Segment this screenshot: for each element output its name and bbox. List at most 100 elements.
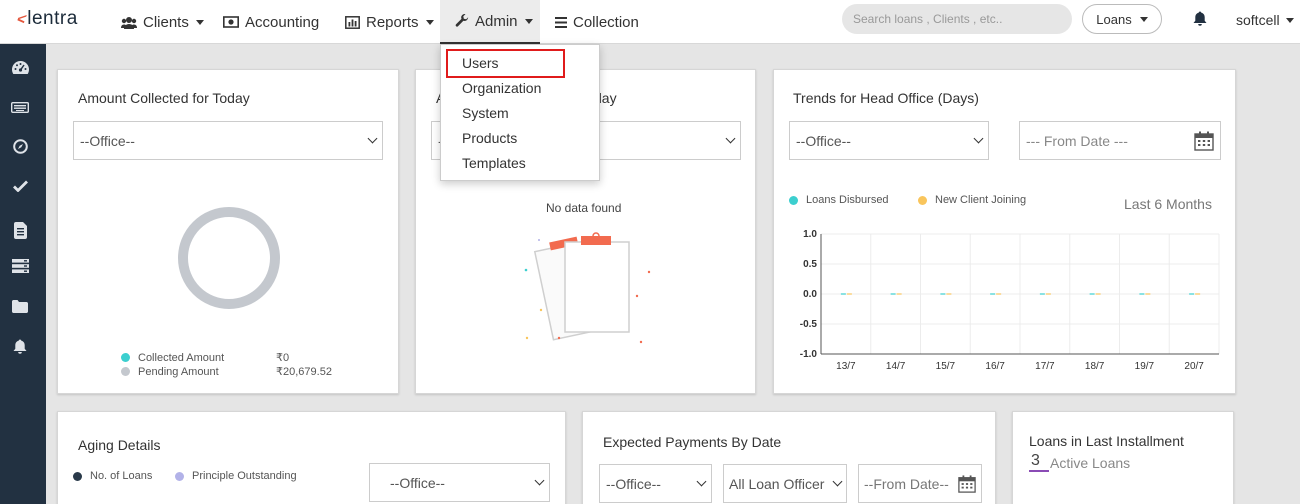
nav-admin[interactable]: Admin — [440, 0, 540, 44]
legend-new-client: New Client Joining — [918, 194, 1026, 206]
office-select[interactable]: --Office-- — [73, 121, 383, 160]
calendar-icon — [958, 474, 976, 493]
compass-icon[interactable] — [11, 137, 29, 155]
chevron-down-icon — [832, 476, 843, 487]
check-icon[interactable] — [11, 177, 29, 195]
office-select[interactable]: --Office-- — [599, 464, 712, 503]
brand-name: lentra — [27, 8, 78, 29]
period-label[interactable]: Last 6 Months — [1124, 196, 1212, 212]
chevron-down-icon — [1285, 17, 1294, 23]
bell-icon[interactable] — [11, 337, 29, 355]
sidebar — [0, 44, 46, 504]
loan-officer-select[interactable]: All Loan Officer — [723, 464, 847, 503]
document-icon[interactable] — [11, 221, 29, 239]
nav-clients[interactable]: Clients — [121, 0, 204, 44]
nav-clients-label: Clients — [143, 13, 189, 31]
search-input[interactable]: Search loans , Clients , etc.. — [842, 4, 1072, 34]
menu-item-users[interactable]: Users — [462, 55, 499, 71]
nav-accounting-label: Accounting — [245, 13, 320, 31]
from-date-placeholder: --- From Date --- — [1026, 132, 1128, 149]
loans-dropdown-button[interactable]: Loans — [1082, 4, 1162, 34]
legend-loans-disbursed: Loans Disbursed — [789, 194, 889, 206]
legend-pending: Pending Amount ₹20,679.52 — [121, 365, 332, 378]
nav-reports-label: Reports — [366, 13, 419, 31]
from-date-input[interactable]: --From Date-- — [858, 464, 982, 503]
from-date-input[interactable]: --- From Date --- — [1019, 121, 1221, 160]
y-tick-label: -1.0 — [800, 349, 818, 360]
legend-value: ₹20,679.52 — [276, 366, 332, 378]
office-select[interactable]: --Office-- — [789, 121, 989, 160]
keyboard-icon[interactable] — [11, 98, 29, 116]
chevron-down-icon — [425, 19, 434, 25]
chevron-down-icon — [534, 475, 545, 486]
admin-dropdown-menu: Users Organization System Products Templ… — [440, 44, 600, 181]
user-menu[interactable]: softcell — [1236, 12, 1294, 28]
card-title: Aging Details — [78, 437, 161, 453]
nav-collection-label: Collection — [573, 13, 639, 31]
wrench-icon — [455, 14, 469, 27]
brand-logo[interactable]: < lentra — [14, 8, 78, 30]
menu-item-templates[interactable]: Templates — [462, 155, 526, 171]
legend-dot — [121, 367, 130, 376]
y-tick-label: 1.0 — [803, 229, 817, 240]
nav-accounting[interactable]: Accounting — [223, 0, 319, 44]
office-select-value: --Office-- — [390, 474, 445, 491]
chevron-down-icon — [1139, 16, 1148, 22]
legend-dot — [789, 195, 798, 205]
office-select-value: --Office-- — [796, 132, 851, 149]
card-title: Expected Payments By Date — [603, 434, 782, 450]
legend-dot — [175, 471, 184, 481]
nav-collection[interactable]: Collection — [555, 0, 639, 44]
card-title: Amount Collected for Today — [78, 90, 250, 106]
legend-label: No. of Loans — [90, 470, 153, 482]
folder-icon[interactable] — [11, 297, 29, 315]
office-select-value: --Office-- — [80, 132, 135, 149]
x-tick-label: 13/7 — [836, 361, 856, 372]
legend-value: ₹0 — [276, 352, 290, 364]
loans-button-label: Loans — [1096, 11, 1132, 27]
no-data-text: No data found — [546, 201, 622, 215]
active-loans-count[interactable]: 3 — [1029, 452, 1049, 472]
y-tick-label: 0.5 — [803, 259, 817, 270]
card-title: Trends for Head Office (Days) — [793, 90, 979, 106]
bar-chart-icon — [345, 15, 360, 29]
legend-dot — [918, 195, 927, 205]
legend-no-of-loans: No. of Loans — [73, 470, 152, 482]
menu-item-organization[interactable]: Organization — [462, 80, 541, 96]
donut-ring-pending — [178, 207, 280, 309]
nav-reports[interactable]: Reports — [345, 0, 434, 44]
legend-dot — [73, 471, 82, 481]
x-tick-label: 16/7 — [985, 361, 1005, 372]
empty-clipboard-illustration — [524, 232, 651, 344]
y-tick-label: -0.5 — [800, 319, 818, 330]
card-title: Loans in Last Installment — [1029, 433, 1184, 449]
office-select[interactable]: --Office-- — [369, 463, 550, 502]
y-tick-label: 0.0 — [803, 289, 817, 300]
x-tick-label: 17/7 — [1035, 361, 1055, 372]
office-select-value: --Office-- — [606, 475, 661, 492]
user-name: softcell — [1236, 12, 1280, 28]
chevron-down-icon — [696, 476, 707, 487]
x-tick-label: 19/7 — [1135, 361, 1155, 372]
chevron-down-icon — [524, 18, 533, 24]
last-installment-card: Loans in Last Installment 3 Active Loans — [1012, 411, 1234, 504]
menu-item-products[interactable]: Products — [462, 130, 517, 146]
legend-label: Principle Outstanding — [192, 470, 297, 482]
trends-line-chart: 1.0 0.5 0.0 -0.5 -1.0 13/7 14/7 15/7 16/7 17/7 18/… — [800, 229, 1220, 372]
x-tick-label: 15/7 — [936, 361, 956, 372]
dashboard-icon[interactable] — [11, 58, 29, 76]
top-navbar: < lentra Clients Accounting Reports Admin… — [0, 0, 1300, 44]
x-tick-label: 20/7 — [1184, 361, 1204, 372]
trends-card: Trends for Head Office (Days) --Office--… — [773, 69, 1236, 394]
from-date-value: --From Date-- — [864, 475, 949, 492]
server-icon[interactable] — [11, 257, 29, 275]
menu-item-system[interactable]: System — [462, 105, 509, 121]
nav-admin-label: Admin — [475, 12, 518, 30]
loan-officer-select-value: All Loan Officer — [729, 475, 825, 492]
active-loans-label: Active Loans — [1050, 455, 1131, 471]
x-tick-label: 18/7 — [1085, 361, 1105, 372]
legend-label: Collected Amount — [138, 351, 225, 364]
list-icon — [555, 16, 567, 28]
notification-bell-icon[interactable] — [1193, 11, 1207, 26]
users-icon — [121, 16, 137, 29]
